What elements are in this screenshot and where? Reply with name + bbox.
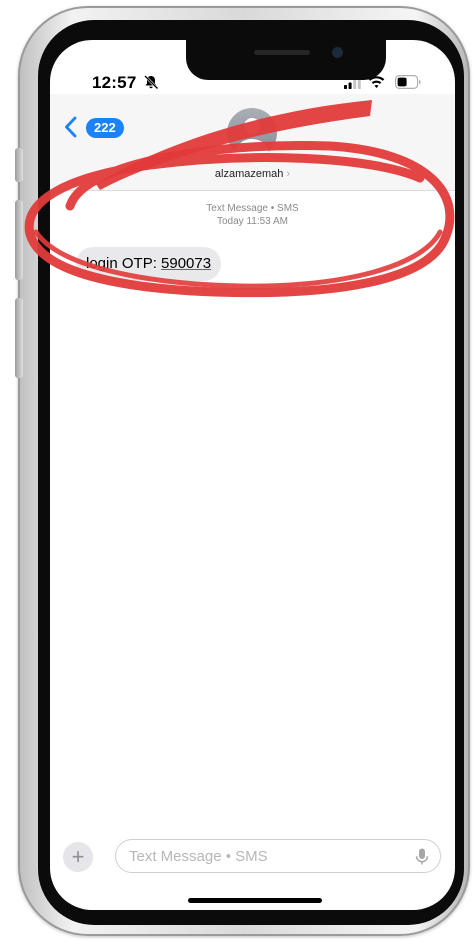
chevron-right-icon: › [286,168,291,180]
message-input[interactable]: Text Message • SMS [115,839,441,873]
message-time-label: Today 11:53 AM [217,216,288,227]
conversation-header: 222 alzamazemah › [50,94,455,191]
notch [186,40,386,80]
message-service-label: Text Message • SMS [206,203,299,214]
front-camera [332,47,343,58]
volume-down-button [15,298,23,378]
incoming-message-bubble[interactable]: login OTP: 590073 [76,247,222,281]
silent-switch [15,148,23,182]
bell-slash-icon [144,75,159,90]
contact-name: alzamazemah [214,168,284,180]
compose-bar: + Text Message • SMS [50,830,455,882]
battery-icon [395,75,421,89]
message-input-placeholder: Text Message • SMS [129,848,268,865]
contact-avatar[interactable] [227,108,277,158]
status-time: 12:57 [92,73,137,92]
avatar-person-body [235,139,269,158]
unread-count-badge: 222 [86,118,124,138]
chevron-left-icon [65,116,77,138]
contact-name-button[interactable]: alzamazemah › [50,168,455,180]
message-text: login OTP: [86,255,162,272]
otp-code-link[interactable]: 590073 [161,255,211,272]
avatar-person-icon [244,118,260,134]
back-button[interactable]: 222 [64,113,136,143]
earpiece-speaker [254,50,310,55]
microphone-icon[interactable] [415,848,429,866]
phone-screen: 12:57 222 alzamazemah › Text Message • S… [50,40,455,910]
apps-plus-button[interactable]: + [63,842,93,872]
message-timestamp: Text Message • SMS Today 11:53 AM [50,202,455,228]
home-indicator [188,898,322,903]
volume-up-button [15,200,23,280]
